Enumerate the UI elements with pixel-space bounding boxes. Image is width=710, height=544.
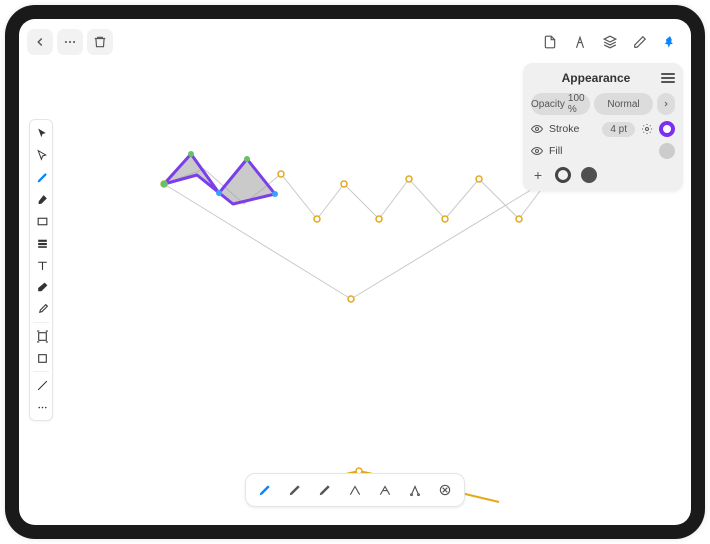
pen-add-icon[interactable] bbox=[284, 479, 306, 501]
pen-cut-icon[interactable] bbox=[314, 479, 336, 501]
app-screen: Appearance Opacity 100 % Normal Stroke 4… bbox=[19, 19, 691, 525]
stroke-label: Stroke bbox=[549, 123, 596, 135]
shape-tool[interactable] bbox=[30, 232, 54, 254]
left-toolbar bbox=[29, 119, 53, 421]
direct-select-tool[interactable] bbox=[30, 144, 54, 166]
smooth-point-icon[interactable] bbox=[374, 479, 396, 501]
fill-color-swatch[interactable] bbox=[659, 143, 675, 159]
appearance-add-row: + bbox=[531, 165, 675, 183]
blend-more-chevron[interactable] bbox=[657, 93, 675, 115]
eraser-tool[interactable] bbox=[30, 276, 54, 298]
eyedropper-tool[interactable] bbox=[30, 298, 54, 320]
appearance-panel: Appearance Opacity 100 % Normal Stroke 4… bbox=[523, 63, 683, 191]
pen-mode-icon[interactable] bbox=[254, 479, 276, 501]
move-tool[interactable] bbox=[30, 122, 54, 144]
rect-tool[interactable] bbox=[30, 210, 54, 232]
fill-label: Fill bbox=[549, 145, 653, 157]
add-appearance-button[interactable]: + bbox=[531, 167, 545, 183]
stroke-options-gear-icon[interactable] bbox=[641, 123, 653, 135]
line-tool[interactable] bbox=[30, 374, 54, 396]
text-tool[interactable] bbox=[30, 254, 54, 276]
panel-title: Appearance bbox=[531, 71, 661, 85]
stroke-toggle-icon[interactable] bbox=[555, 167, 571, 183]
panel-menu-icon[interactable] bbox=[661, 73, 675, 83]
visibility-icon[interactable] bbox=[531, 145, 543, 157]
context-toolbar bbox=[245, 473, 465, 507]
close-path-icon[interactable] bbox=[434, 479, 456, 501]
fill-row: Fill bbox=[531, 143, 675, 159]
pen-tool[interactable] bbox=[30, 166, 54, 188]
brush-tool[interactable] bbox=[30, 188, 54, 210]
opacity-pill[interactable]: Opacity 100 % bbox=[531, 93, 590, 115]
blend-mode-pill[interactable]: Normal bbox=[594, 93, 653, 115]
fill-toggle-icon[interactable] bbox=[581, 167, 597, 183]
more-tools[interactable] bbox=[30, 396, 54, 418]
stroke-row: Stroke 4 pt bbox=[531, 121, 675, 137]
transform-tool[interactable] bbox=[30, 325, 54, 347]
stroke-weight-chip[interactable]: 4 pt bbox=[602, 122, 635, 137]
visibility-icon[interactable] bbox=[531, 123, 543, 135]
stroke-color-swatch[interactable] bbox=[659, 121, 675, 137]
ipad-frame: Appearance Opacity 100 % Normal Stroke 4… bbox=[5, 5, 705, 539]
corner-point-icon[interactable] bbox=[344, 479, 366, 501]
handle-point-icon[interactable] bbox=[404, 479, 426, 501]
artboard-tool[interactable] bbox=[30, 347, 54, 369]
